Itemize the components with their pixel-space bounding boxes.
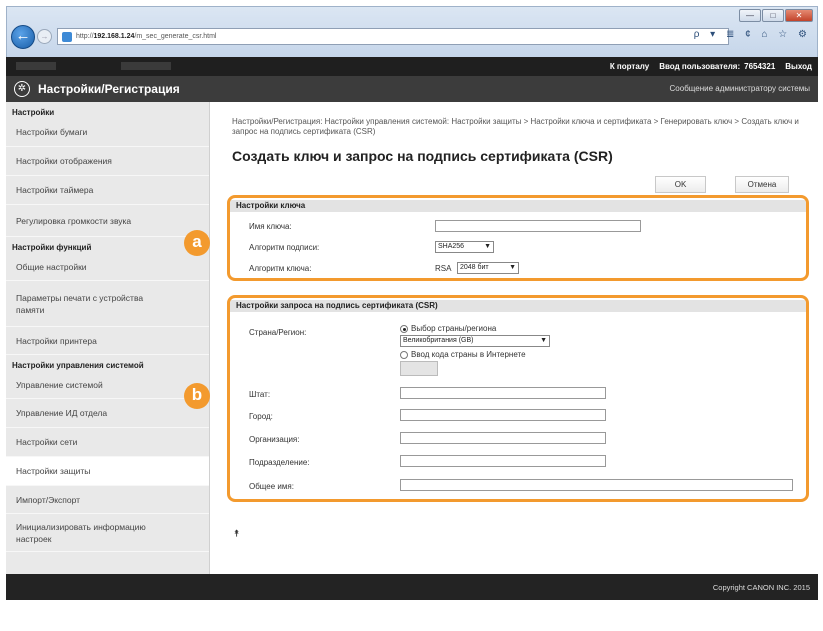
organization-label: Организация:: [249, 435, 300, 444]
unit-input[interactable]: [400, 455, 606, 467]
sign-alg-value: SHA256: [438, 243, 465, 250]
state-label: Штат:: [249, 390, 271, 399]
key-settings-section: Настройки ключа Имя ключа: Алгоритм подп…: [227, 195, 809, 281]
key-alg-label: Алгоритм ключа:: [249, 264, 312, 273]
app-title: Настройки/Регистрация: [38, 82, 180, 96]
common-name-input[interactable]: [400, 479, 793, 491]
country-select[interactable]: Великобритания (GB) ▼: [400, 335, 550, 347]
ok-button[interactable]: OK: [655, 176, 706, 193]
city-label: Город:: [249, 412, 273, 421]
key-name-input[interactable]: [435, 220, 641, 232]
state-input[interactable]: [400, 387, 606, 399]
cancel-button[interactable]: Отмена: [735, 176, 789, 193]
copyright-text: Copyright CANON INC. 2015: [712, 583, 810, 592]
sidebar-item-paper[interactable]: Настройки бумаги: [6, 118, 209, 147]
sidebar-group-title: Настройки функций: [12, 243, 92, 252]
unit-label: Подразделение:: [249, 458, 310, 467]
sidebar-item-network[interactable]: Настройки сети: [6, 428, 209, 457]
browser-toolbar-icons[interactable]: ρ ▾ ≣ ¢ ⌂ ☆ ⚙: [694, 29, 811, 40]
country-code-input[interactable]: [400, 361, 438, 376]
app-title-bar: ✲ Настройки/Регистрация Сообщение админи…: [6, 76, 818, 102]
callout-marker-a: a: [184, 230, 210, 256]
key-alg-prefix: RSA: [435, 264, 452, 273]
key-alg-value: 2048 бит: [460, 264, 489, 271]
sidebar-item-common[interactable]: Общие настройки: [6, 253, 209, 281]
sign-alg-select[interactable]: SHA256 ▼: [435, 241, 494, 253]
common-name-label: Общее имя:: [249, 482, 294, 491]
back-arrow-icon[interactable]: ←: [11, 25, 35, 49]
organization-input[interactable]: [400, 432, 606, 444]
admin-message-link[interactable]: Сообщение администратору системы: [670, 84, 810, 93]
maximize-icon[interactable]: □: [762, 9, 784, 22]
city-input[interactable]: [400, 409, 606, 421]
address-bar[interactable]: http://192.168.1.24/m_sec_generate_csr.h…: [57, 28, 729, 45]
sidebar-item-initialize[interactable]: Инициализировать информацию настроек: [6, 514, 209, 552]
radio-country-code[interactable]: [400, 351, 408, 359]
sign-alg-label: Алгоритм подписи:: [249, 243, 320, 252]
footer: Copyright CANON INC. 2015: [6, 574, 818, 600]
settings-gear-icon: ✲: [14, 81, 30, 97]
portal-link[interactable]: К порталу: [610, 62, 649, 71]
close-icon[interactable]: ✕: [785, 9, 813, 22]
forward-arrow-icon[interactable]: →: [37, 29, 52, 44]
sidebar: Настройки Настройки бумаги Настройки ото…: [6, 102, 210, 574]
sidebar-item-timer[interactable]: Настройки таймера: [6, 176, 209, 205]
csr-settings-section: Настройки запроса на подпись сертификата…: [227, 295, 809, 502]
back-to-top-icon[interactable]: ⯭: [234, 528, 239, 539]
country-label: Страна/Регион:: [249, 328, 307, 337]
logout-link[interactable]: Выход: [785, 62, 812, 71]
sidebar-item-security[interactable]: Настройки защиты: [6, 457, 209, 486]
window-controls: — □ ✕: [739, 9, 813, 22]
sidebar-group-title: Настройки: [12, 108, 55, 117]
chevron-down-icon: ▼: [484, 243, 491, 250]
minimize-icon[interactable]: —: [739, 9, 761, 22]
sidebar-item-dept-id[interactable]: Управление ИД отдела: [6, 399, 209, 428]
sidebar-item-printer[interactable]: Настройки принтера: [6, 327, 209, 355]
sidebar-item-volume[interactable]: Регулировка громкости звука: [6, 205, 209, 237]
sidebar-item-memory-print[interactable]: Параметры печати с устройства памяти: [6, 281, 209, 327]
top-bar: К порталу Ввод пользователя: 7654321 Вых…: [6, 57, 818, 76]
sidebar-item-display[interactable]: Настройки отображения: [6, 147, 209, 176]
chevron-down-icon: ▼: [509, 264, 516, 271]
radio-country-code-label: Ввод кода страны в Интернете: [411, 350, 526, 359]
browser-window-chrome: — □ ✕ ← → http://192.168.1.24/m_sec_gene…: [6, 6, 818, 57]
chevron-down-icon: ▼: [540, 337, 547, 344]
page-title: Создать ключ и запрос на подпись сертифи…: [232, 148, 613, 164]
main-content: Настройки/Регистрация: Настройки управле…: [210, 102, 818, 574]
masked-text: [121, 62, 171, 70]
login-label: Ввод пользователя:: [659, 62, 741, 71]
masked-text: [16, 62, 56, 70]
key-name-label: Имя ключа:: [249, 222, 292, 231]
country-value: Великобритания (GB): [403, 337, 474, 344]
radio-select-country-label: Выбор страны/региона: [411, 324, 497, 333]
key-alg-select[interactable]: 2048 бит ▼: [457, 262, 519, 274]
callout-marker-b: b: [184, 383, 210, 409]
sidebar-group-title: Настройки управления системой: [12, 361, 144, 370]
key-settings-heading: Настройки ключа: [230, 200, 806, 212]
address-url: http://192.168.1.24/m_sec_generate_csr.h…: [76, 33, 217, 40]
radio-select-country[interactable]: [400, 325, 408, 333]
sidebar-item-import-export[interactable]: Импорт/Экспорт: [6, 486, 209, 514]
sidebar-item-system-management[interactable]: Управление системой: [6, 371, 209, 399]
breadcrumb: Настройки/Регистрация: Настройки управле…: [232, 117, 799, 136]
page-favicon-icon: [62, 31, 72, 42]
csr-settings-heading: Настройки запроса на подпись сертификата…: [230, 300, 806, 312]
user-id: 7654321: [744, 62, 776, 71]
